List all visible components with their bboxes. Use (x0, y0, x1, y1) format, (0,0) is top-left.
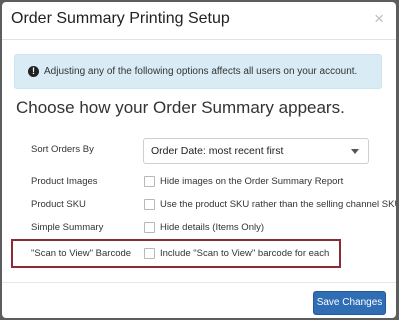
save-changes-button[interactable]: Save Changes (313, 291, 386, 315)
dialog-title: Order Summary Printing Setup (11, 10, 230, 27)
order-summary-setup-dialog: Order Summary Printing Setup × ! Adjusti… (2, 2, 396, 318)
scan-to-view-checkbox-label[interactable]: Include "Scan to View" barcode for each (160, 248, 329, 259)
info-alert: ! Adjusting any of the following options… (14, 54, 382, 89)
alert-text: Adjusting any of the following options a… (44, 66, 358, 77)
sort-orders-select[interactable]: Order Date: most recent first (143, 138, 369, 164)
hide-images-checkbox[interactable] (144, 176, 155, 187)
dialog-header: Order Summary Printing Setup × (2, 2, 396, 40)
use-product-sku-checkbox-label[interactable]: Use the product SKU rather than the sell… (160, 199, 396, 210)
section-heading: Choose how your Order Summary appears. (16, 98, 345, 117)
hide-images-checkbox-label[interactable]: Hide images on the Order Summary Report (160, 176, 343, 187)
use-product-sku-checkbox[interactable] (144, 199, 155, 210)
scan-to-view-label: "Scan to View" Barcode (31, 248, 132, 259)
close-icon[interactable]: × (374, 9, 384, 29)
caret-down-icon (351, 149, 359, 154)
sort-orders-label: Sort Orders By (31, 144, 94, 155)
footer-divider (2, 282, 396, 283)
simple-summary-label: Simple Summary (31, 222, 104, 233)
product-images-label: Product Images (31, 176, 98, 187)
product-sku-label: Product SKU (31, 199, 86, 210)
hide-details-checkbox-label[interactable]: Hide details (Items Only) (160, 222, 264, 233)
exclamation-circle-icon: ! (28, 66, 39, 77)
hide-details-checkbox[interactable] (144, 222, 155, 233)
scan-to-view-checkbox[interactable] (144, 248, 155, 259)
sort-orders-selected-value: Order Date: most recent first (151, 145, 284, 157)
